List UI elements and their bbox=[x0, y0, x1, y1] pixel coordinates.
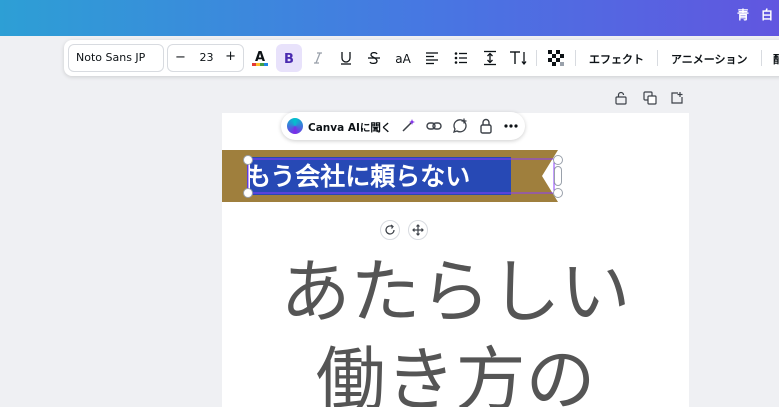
transparency-button[interactable] bbox=[544, 44, 568, 72]
spacing-icon bbox=[484, 50, 496, 66]
resize-handle[interactable] bbox=[243, 155, 253, 165]
underline-button[interactable] bbox=[334, 44, 358, 72]
align-button[interactable] bbox=[420, 44, 444, 72]
more-options-icon[interactable] bbox=[503, 118, 519, 134]
strikethrough-button[interactable] bbox=[362, 44, 386, 72]
toolbar-divider bbox=[657, 50, 658, 66]
svg-text:aA: aA bbox=[395, 52, 411, 65]
headline-line-2[interactable]: 働き方の bbox=[222, 324, 689, 407]
text-color-button[interactable]: A bbox=[248, 44, 272, 72]
toolbar-divider bbox=[536, 50, 537, 66]
bold-icon: B bbox=[284, 52, 294, 65]
magic-write-icon[interactable] bbox=[400, 118, 416, 134]
duplicate-page-icon[interactable] bbox=[643, 91, 657, 105]
toolbar-divider bbox=[575, 50, 576, 66]
rotate-icon bbox=[385, 224, 395, 235]
increase-size-button[interactable]: + bbox=[225, 49, 236, 64]
list-button[interactable] bbox=[449, 44, 473, 72]
move-icon bbox=[412, 224, 424, 236]
vertical-text-button[interactable] bbox=[506, 44, 532, 72]
letter-case-icon: aA bbox=[395, 52, 411, 65]
animation-button[interactable]: アニメーション bbox=[671, 51, 748, 67]
element-context-bar: Canva AIに聞く bbox=[281, 112, 525, 140]
lock-page-icon[interactable] bbox=[614, 91, 628, 105]
bold-button[interactable]: B bbox=[276, 44, 302, 72]
resize-handle[interactable] bbox=[553, 155, 563, 165]
svg-text:B: B bbox=[284, 52, 294, 65]
italic-icon bbox=[314, 52, 322, 64]
add-page-icon[interactable] bbox=[670, 91, 684, 105]
bullet-list-icon bbox=[454, 52, 467, 64]
top-header-bar: 青 白 bbox=[0, 0, 779, 36]
toolbar-divider bbox=[761, 50, 762, 66]
effects-button[interactable]: エフェクト bbox=[589, 51, 644, 67]
font-family-select[interactable]: Noto Sans JP bbox=[68, 44, 164, 72]
letter-case-button[interactable]: aA bbox=[390, 44, 416, 72]
side-resize-handle[interactable] bbox=[554, 166, 562, 186]
underline-icon bbox=[341, 52, 351, 65]
header-char-1[interactable]: 青 bbox=[737, 6, 749, 23]
lock-icon[interactable] bbox=[478, 118, 494, 134]
text-toolbar: Noto Sans JP − 23 + A B aA エフェクト アニメーション… bbox=[64, 40, 779, 76]
canva-ai-button[interactable]: Canva AIに聞く bbox=[308, 120, 391, 135]
vertical-text-icon bbox=[510, 51, 527, 66]
position-button[interactable]: 配 bbox=[773, 51, 779, 67]
resize-handle[interactable] bbox=[553, 188, 563, 198]
canva-ai-logo-icon[interactable] bbox=[287, 118, 303, 134]
transparency-icon bbox=[548, 50, 564, 66]
italic-button[interactable] bbox=[306, 44, 330, 72]
resize-handle[interactable] bbox=[243, 188, 253, 198]
link-icon[interactable] bbox=[426, 118, 442, 134]
strikethrough-icon bbox=[368, 51, 380, 65]
text-color-icon: A bbox=[252, 50, 268, 66]
font-size-stepper: − 23 + bbox=[167, 44, 244, 72]
add-comment-icon[interactable] bbox=[452, 118, 468, 134]
header-char-2[interactable]: 白 bbox=[761, 6, 773, 23]
selection-frame bbox=[247, 158, 555, 194]
headline-line-1[interactable]: あたらしい bbox=[222, 236, 689, 337]
spacing-button[interactable] bbox=[478, 44, 502, 72]
svg-text:A: A bbox=[255, 50, 265, 65]
align-left-icon bbox=[426, 52, 438, 65]
